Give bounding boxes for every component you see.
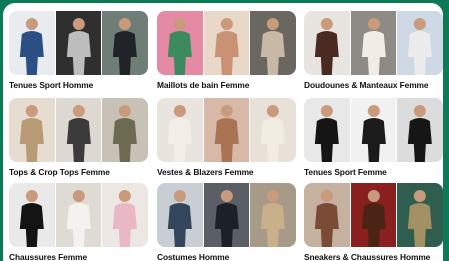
board-photo[interactable]: [304, 98, 350, 162]
board-collage[interactable]: [304, 11, 443, 75]
board-card[interactable]: Doudounes & Manteaux Femme: [304, 11, 443, 90]
board-photo[interactable]: [350, 183, 397, 247]
board-photo[interactable]: [55, 11, 102, 75]
board-photo[interactable]: [9, 183, 55, 247]
board-collage[interactable]: [157, 183, 296, 247]
board-card[interactable]: Vestes & Blazers Femme: [157, 98, 296, 177]
board-card[interactable]: Maillots de bain Femme: [157, 11, 296, 90]
board-collage[interactable]: [9, 11, 148, 75]
board-photo[interactable]: [250, 98, 296, 162]
board-photo[interactable]: [102, 11, 148, 75]
board-photo[interactable]: [9, 98, 55, 162]
board-title[interactable]: Doudounes & Manteaux Femme: [304, 80, 443, 90]
board-collage[interactable]: [9, 183, 148, 247]
board-collage[interactable]: [157, 98, 296, 162]
board-card[interactable]: Costumes Homme: [157, 183, 296, 261]
board-photo[interactable]: [102, 98, 148, 162]
board-photo[interactable]: [304, 183, 350, 247]
board-card[interactable]: Sneakers & Chaussures Homme: [304, 183, 443, 261]
board-card[interactable]: Tops & Crop Tops Femme: [9, 98, 148, 177]
board-photo[interactable]: [250, 11, 296, 75]
board-photo[interactable]: [203, 11, 250, 75]
board-photo[interactable]: [102, 183, 148, 247]
board-photo[interactable]: [250, 183, 296, 247]
boards-grid: Tenues Sport Homme Maillots de bain Femm…: [3, 3, 443, 261]
board-title[interactable]: Tenues Sport Homme: [9, 80, 148, 90]
board-title[interactable]: Sneakers & Chaussures Homme: [304, 252, 443, 261]
board-photo[interactable]: [157, 183, 203, 247]
board-card[interactable]: Tenues Sport Homme: [9, 11, 148, 90]
board-photo[interactable]: [397, 98, 443, 162]
board-collage[interactable]: [304, 183, 443, 247]
board-card[interactable]: Tenues Sport Femme: [304, 98, 443, 177]
board-photo[interactable]: [203, 98, 250, 162]
board-photo[interactable]: [350, 11, 397, 75]
board-title[interactable]: Tenues Sport Femme: [304, 167, 443, 177]
board-photo[interactable]: [157, 98, 203, 162]
board-photo[interactable]: [350, 98, 397, 162]
board-photo[interactable]: [157, 11, 203, 75]
board-collage[interactable]: [304, 98, 443, 162]
board-photo[interactable]: [9, 11, 55, 75]
board-collage[interactable]: [9, 98, 148, 162]
board-photo[interactable]: [397, 11, 443, 75]
board-title[interactable]: Vestes & Blazers Femme: [157, 167, 296, 177]
board-photo[interactable]: [203, 183, 250, 247]
board-photo[interactable]: [55, 98, 102, 162]
board-photo[interactable]: [55, 183, 102, 247]
board-card[interactable]: Chaussures Femme: [9, 183, 148, 261]
board-title[interactable]: Maillots de bain Femme: [157, 80, 296, 90]
board-title[interactable]: Tops & Crop Tops Femme: [9, 167, 148, 177]
board-collage[interactable]: [157, 11, 296, 75]
board-title[interactable]: Costumes Homme: [157, 252, 296, 261]
board-photo[interactable]: [397, 183, 443, 247]
board-photo[interactable]: [304, 11, 350, 75]
board-title[interactable]: Chaussures Femme: [9, 252, 148, 261]
